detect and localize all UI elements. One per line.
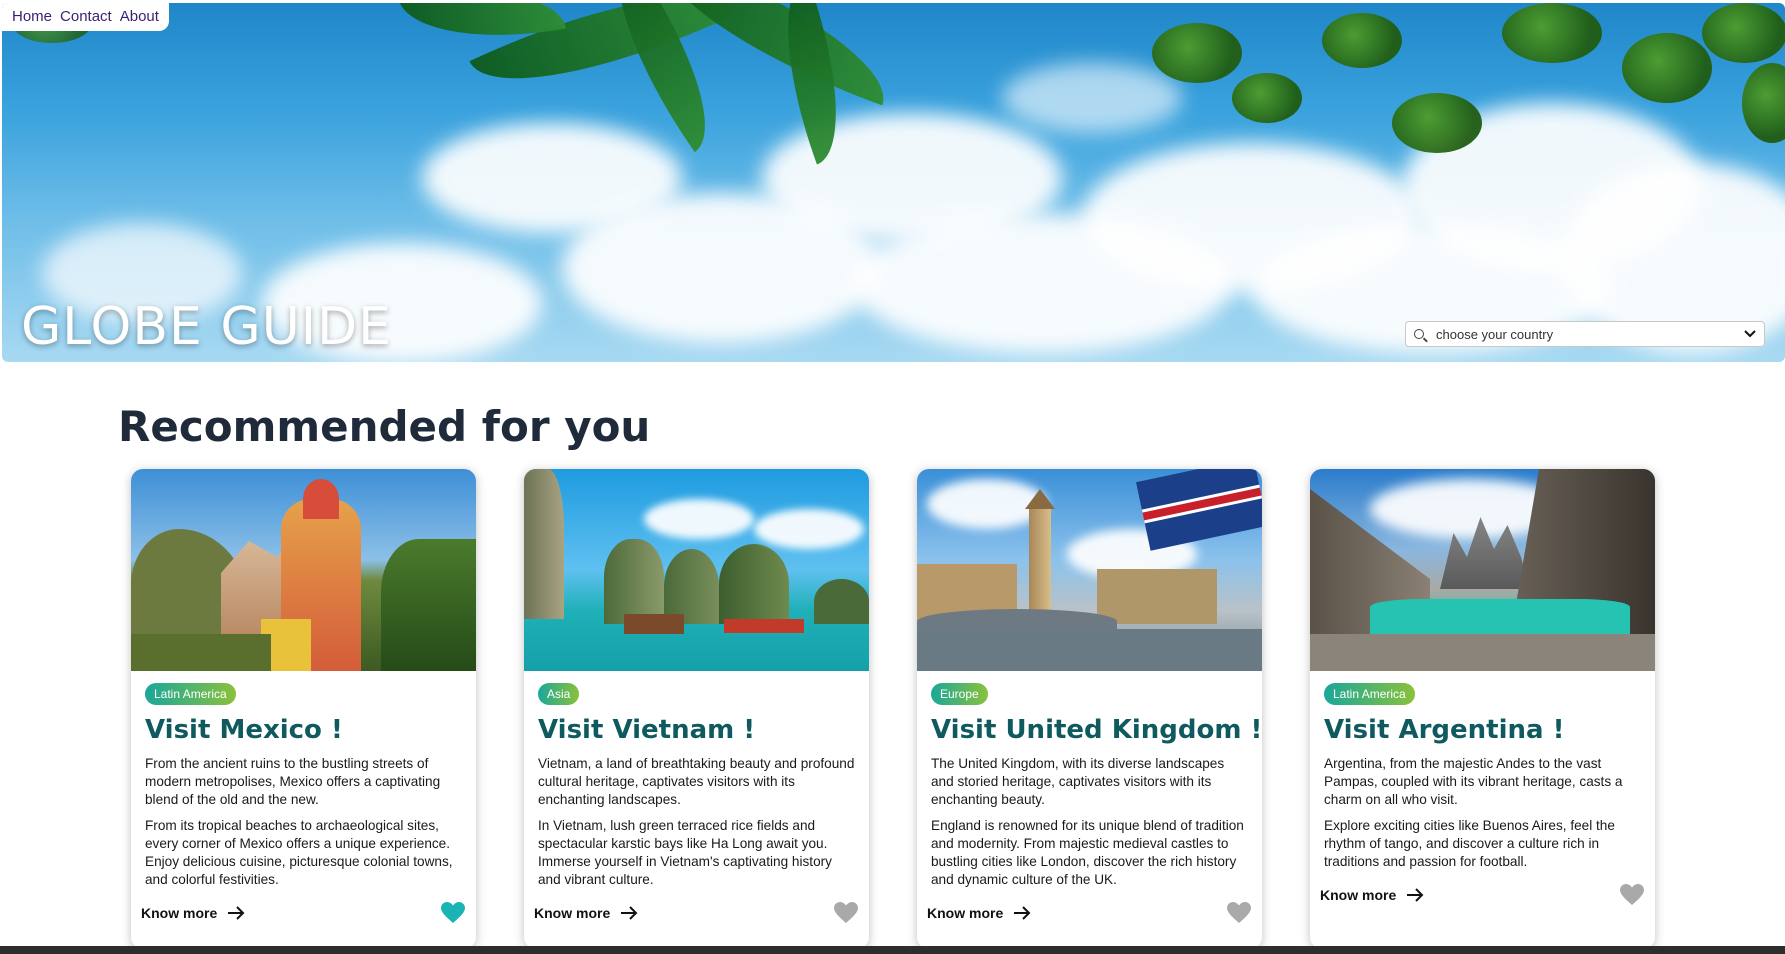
card-details: From its tropical beaches to archaeologi… [145,818,453,887]
heart-icon[interactable] [440,901,466,925]
know-more-label: Know more [141,905,218,921]
card-title: Visit United Kingdom ! [931,715,1262,745]
region-badge: Latin America [145,683,236,705]
region-badge: Asia [538,683,580,705]
card-intro: From the ancient ruins to the bustling s… [145,756,441,807]
nav-link-home[interactable]: Home [12,8,52,25]
heart-icon[interactable] [833,901,859,925]
card-intro: Argentina, from the majestic Andes to th… [1324,756,1623,807]
country-select-value: choose your country [1436,326,1554,342]
know-more-button[interactable]: Know more [141,905,245,921]
section-title: Recommended for you [118,402,651,451]
destination-card-mexico: Latin America Visit Mexico ! From the an… [131,469,476,949]
know-more-label: Know more [927,905,1004,921]
know-more-button[interactable]: Know more [1320,887,1424,903]
nav-link-about[interactable]: About [120,8,159,25]
card-title: Visit Mexico ! [145,715,343,745]
know-more-label: Know more [1320,887,1397,903]
card-intro: Vietnam, a land of breathtaking beauty a… [538,756,855,807]
destination-card-vietnam: Asia Visit Vietnam ! Vietnam, a land of … [524,469,869,949]
hero-banner: Home Contact About GLOBE GUIDE choose yo… [2,3,1785,362]
card-title: Visit Vietnam ! [538,715,756,745]
arrow-right-icon [1014,906,1031,920]
arrow-right-icon [1407,888,1424,902]
horizontal-scrollbar[interactable] [0,946,1785,954]
know-more-label: Know more [534,905,611,921]
card-image-vietnam [524,469,869,671]
card-title: Visit Argentina ! [1324,715,1565,745]
card-grid: Latin America Visit Mexico ! From the an… [131,469,1656,949]
card-intro: The United Kingdom, with its diverse lan… [931,756,1225,807]
heart-icon[interactable] [1619,883,1645,907]
card-details: Explore exciting cities like Buenos Aire… [1324,818,1615,869]
nav-link-contact[interactable]: Contact [60,8,112,25]
card-image-united-kingdom [917,469,1262,671]
card-image-mexico [131,469,476,671]
card-details: England is renowned for its unique blend… [931,818,1244,887]
arrow-right-icon [621,906,638,920]
know-more-button[interactable]: Know more [927,905,1031,921]
know-more-button[interactable]: Know more [534,905,638,921]
card-details: In Vietnam, lush green terraced rice fie… [538,818,832,887]
destination-card-united-kingdom: Europe Visit United Kingdom ! The United… [917,469,1262,949]
top-nav: Home Contact About [2,3,169,31]
destination-card-argentina: Latin America Visit Argentina ! Argentin… [1310,469,1655,949]
country-select[interactable]: choose your country [1405,321,1765,347]
region-badge: Latin America [1324,683,1415,705]
search-icon [1414,329,1424,339]
heart-icon[interactable] [1226,901,1252,925]
region-badge: Europe [931,683,988,705]
card-image-argentina [1310,469,1655,671]
arrow-right-icon [228,906,245,920]
chevron-down-icon[interactable] [1744,327,1756,341]
site-title: GLOBE GUIDE [21,297,392,357]
